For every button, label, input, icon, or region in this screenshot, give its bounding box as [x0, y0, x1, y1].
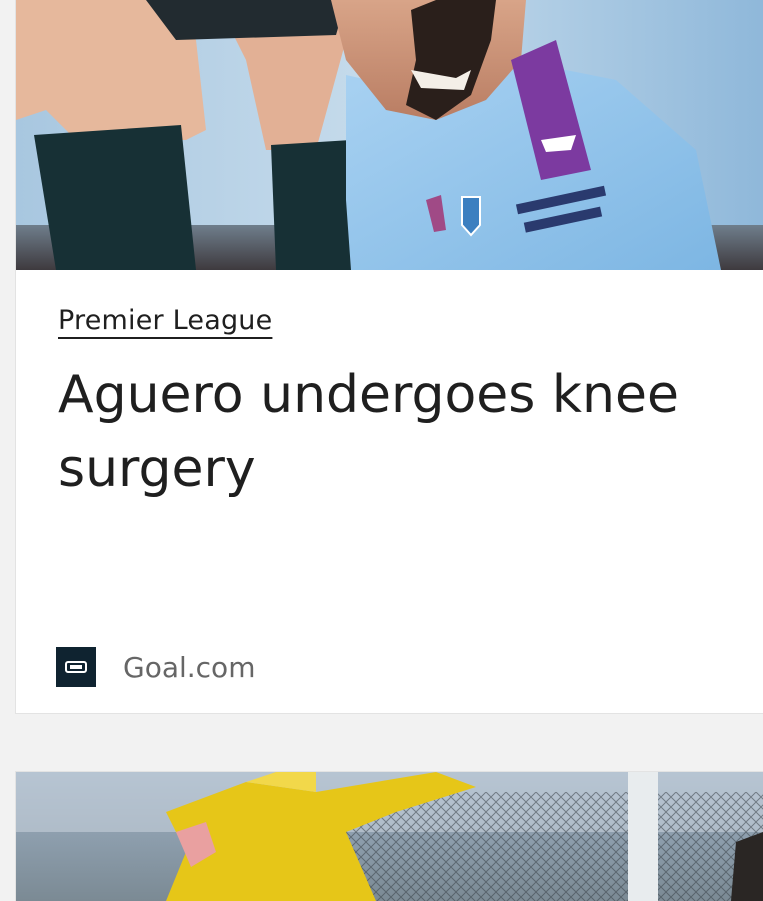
headline-link[interactable]: Aguero undergoes knee surgery [58, 358, 718, 506]
source-name[interactable]: Goal.com [123, 651, 255, 684]
news-feed: Premier League Aguero undergoes knee sur… [0, 0, 763, 901]
goal-logo-icon [56, 647, 96, 687]
hero-photo [16, 0, 763, 270]
card-body: Premier League Aguero undergoes knee sur… [58, 305, 718, 506]
source-attribution[interactable]: Goal.com [56, 647, 255, 687]
card-hero-image[interactable] [16, 772, 763, 901]
hero-photo [16, 772, 763, 901]
news-card[interactable] [16, 772, 763, 901]
card-hero-image[interactable] [16, 0, 763, 270]
category-link[interactable]: Premier League [58, 305, 272, 336]
news-card[interactable]: Premier League Aguero undergoes knee sur… [16, 0, 763, 713]
